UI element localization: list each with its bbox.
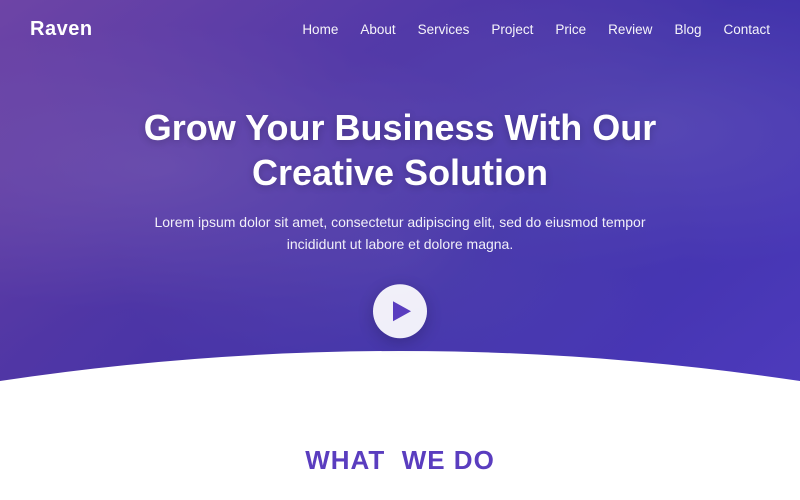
nav-item-review[interactable]: Review <box>608 21 652 39</box>
navbar: Raven Home About Services Project Price … <box>0 0 800 59</box>
nav-item-price[interactable]: Price <box>555 21 586 39</box>
nav-link-about[interactable]: About <box>360 22 395 37</box>
hero-section: Raven Home About Services Project Price … <box>0 0 800 420</box>
nav-link-blog[interactable]: Blog <box>674 22 701 37</box>
nav-item-contact[interactable]: Contact <box>723 21 770 39</box>
nav-link-services[interactable]: Services <box>418 22 470 37</box>
nav-links: Home About Services Project Price Review… <box>302 21 770 39</box>
bottom-section: WHAT WE DO <box>0 420 800 500</box>
nav-item-about[interactable]: About <box>360 21 395 39</box>
nav-link-price[interactable]: Price <box>555 22 586 37</box>
hero-title: Grow Your Business With Our Creative Sol… <box>140 105 660 195</box>
what-label: WHAT <box>305 445 385 475</box>
nav-item-blog[interactable]: Blog <box>674 21 701 39</box>
nav-item-services[interactable]: Services <box>418 21 470 39</box>
what-we-do-heading: WHAT WE DO <box>305 445 495 476</box>
hero-subtitle: Lorem ipsum dolor sit amet, consectetur … <box>140 211 660 256</box>
play-button[interactable] <box>373 284 427 338</box>
what-we-do-text: WHAT WE DO <box>305 445 495 475</box>
nav-link-project[interactable]: Project <box>491 22 533 37</box>
we-do-label: WE DO <box>402 445 495 475</box>
nav-item-home[interactable]: Home <box>302 21 338 39</box>
brand-logo[interactable]: Raven <box>30 18 93 41</box>
play-icon <box>393 301 411 321</box>
nav-link-contact[interactable]: Contact <box>723 22 770 37</box>
hero-content: Grow Your Business With Our Creative Sol… <box>140 105 660 338</box>
nav-item-project[interactable]: Project <box>491 21 533 39</box>
nav-link-home[interactable]: Home <box>302 22 338 37</box>
hero-curve <box>0 341 800 420</box>
nav-link-review[interactable]: Review <box>608 22 652 37</box>
